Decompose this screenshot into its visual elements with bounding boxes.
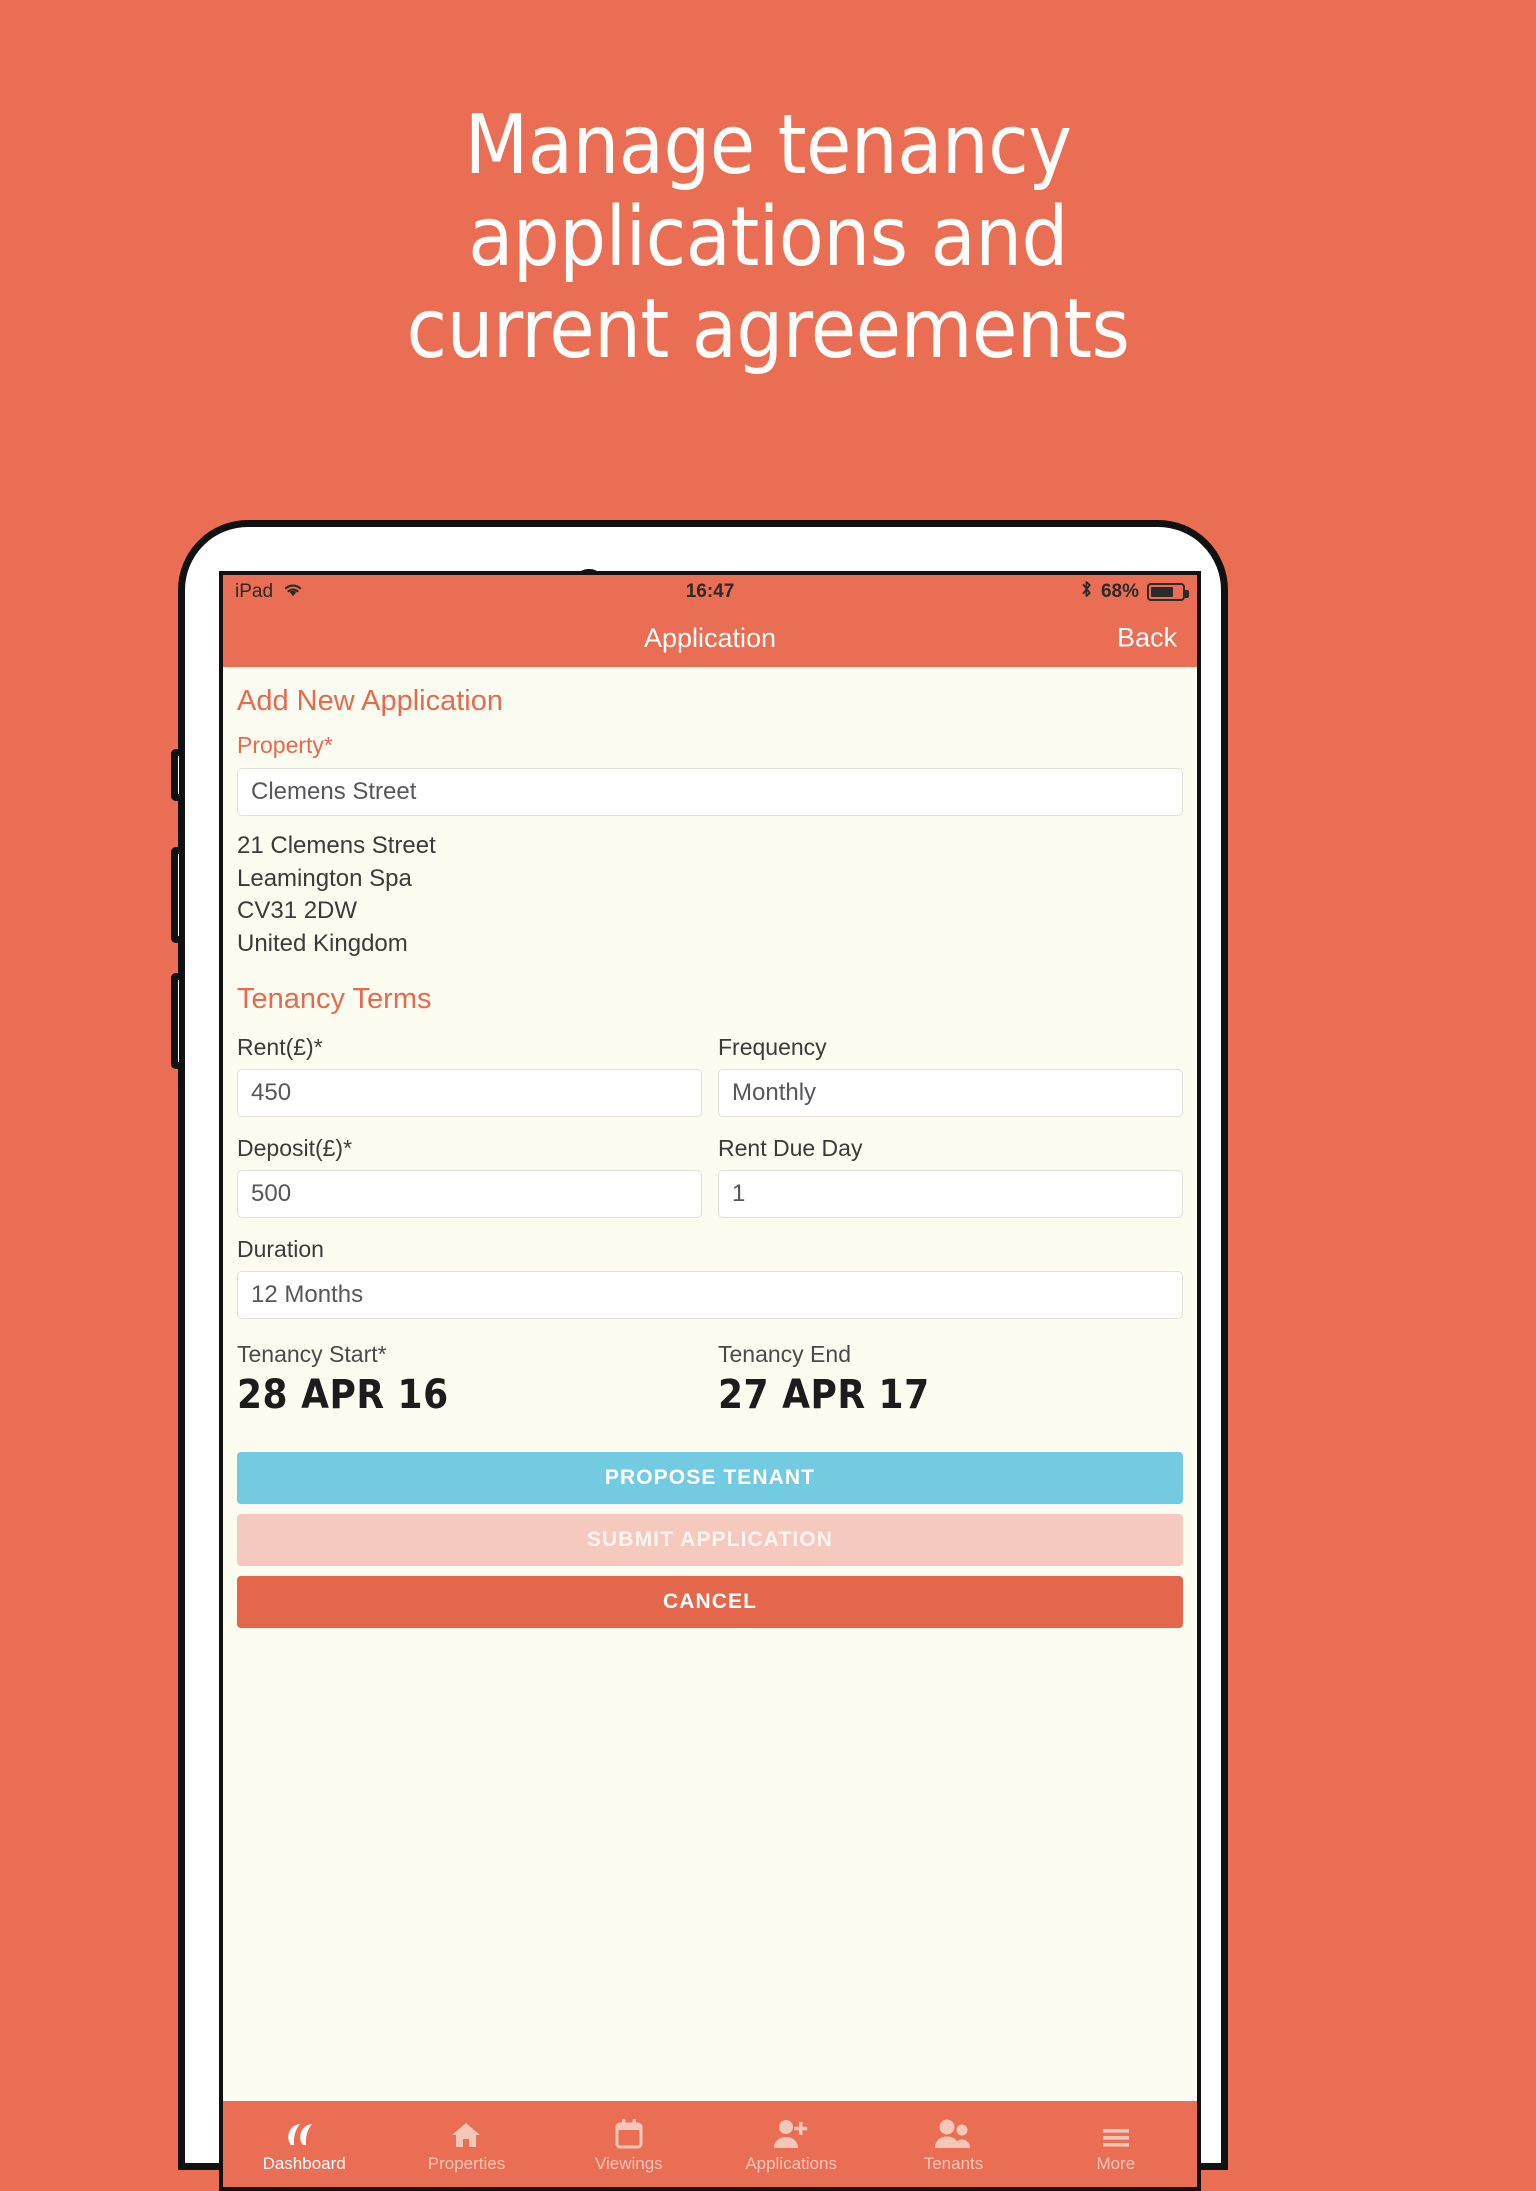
tenancy-start-label: Tenancy Start*	[237, 1340, 387, 1367]
deposit-label: Deposit(£)*	[237, 1134, 353, 1161]
battery-icon	[1147, 583, 1189, 601]
rent-field-group: Rent(£)* 450	[237, 1034, 702, 1117]
property-input[interactable]: Clemens Street	[237, 768, 1183, 816]
tenancy-end-value: 27 APR 17	[718, 1371, 930, 1418]
duration-input[interactable]: 12 Months	[237, 1270, 1183, 1319]
tab-dashboard[interactable]: Dashboard	[223, 2101, 385, 2187]
property-label: Property*	[237, 732, 333, 758]
address-line-3: CV31 2DW	[237, 897, 358, 925]
tab-dashboard-label: Dashboard	[262, 2153, 346, 2173]
clock: 16:47	[685, 581, 735, 602]
frequency-field-group: Frequency Monthly	[718, 1034, 1183, 1117]
page-title: Application	[643, 622, 777, 653]
rent-due-day-input-value: 1	[732, 1179, 746, 1207]
rent-label: Rent(£)*	[237, 1033, 323, 1060]
rent-input-value: 450	[251, 1078, 292, 1106]
tab-viewings-label: Viewings	[594, 2153, 663, 2173]
deposit-field-group: Deposit(£)* 500	[237, 1135, 702, 1218]
address-line-2: Leamington Spa	[237, 864, 412, 892]
frequency-label: Frequency	[718, 1033, 827, 1060]
tenancy-start-group[interactable]: Tenancy Start* 28 APR 16	[237, 1341, 702, 1418]
property-input-value: Clemens Street	[251, 778, 417, 805]
duration-field-group: Duration 12 Months	[237, 1236, 1183, 1319]
hamburger-icon	[1101, 2115, 1131, 2149]
people-icon	[934, 2115, 972, 2149]
volume-down-button[interactable]	[171, 973, 179, 1069]
application-form: Add New Application Property* Clemens St…	[223, 667, 1197, 2101]
headline-line-2: applications and	[468, 189, 1068, 285]
person-add-icon	[773, 2115, 809, 2149]
calendar-icon	[615, 2115, 643, 2149]
status-bar-left: iPad	[235, 581, 304, 603]
cancel-button[interactable]: CANCEL	[237, 1575, 1183, 1628]
tenancy-end-label: Tenancy End	[718, 1340, 851, 1367]
tab-tenants-label: Tenants	[923, 2153, 984, 2173]
deposit-rentdueday-row: Deposit(£)* 500 Rent Due Day 1	[237, 1135, 1183, 1218]
frequency-input[interactable]: Monthly	[718, 1068, 1183, 1117]
submit-application-button[interactable]: SUBMIT APPLICATION	[237, 1513, 1183, 1566]
frequency-input-value: Monthly	[732, 1078, 817, 1106]
navigation-bar: Application Back	[223, 609, 1197, 667]
tab-viewings[interactable]: Viewings	[548, 2101, 710, 2187]
status-bar-right: 68%	[1080, 579, 1189, 605]
headline-line-3: current agreements	[406, 281, 1130, 377]
duration-label: Duration	[237, 1235, 324, 1262]
mute-switch[interactable]	[171, 749, 179, 801]
device-screen: iPad 16:47 68% Application Back Add New …	[219, 571, 1201, 2191]
tab-properties[interactable]: Properties	[385, 2101, 547, 2187]
tab-more-label: More	[1096, 2153, 1136, 2173]
rent-due-day-label: Rent Due Day	[718, 1134, 863, 1161]
tenancy-terms-title: Tenancy Terms	[237, 982, 432, 1015]
device-mockup: iPad 16:47 68% Application Back Add New …	[171, 520, 1228, 2191]
tenancy-dates-row: Tenancy Start* 28 APR 16 Tenancy End 27 …	[237, 1341, 1183, 1418]
rent-due-day-field-group: Rent Due Day 1	[718, 1135, 1183, 1218]
rent-due-day-input[interactable]: 1	[718, 1169, 1183, 1218]
address-line-1: 21 Clemens Street	[237, 832, 436, 859]
tab-applications-label: Applications	[745, 2153, 837, 2173]
duration-input-value: 12 Months	[251, 1280, 364, 1308]
status-bar: iPad 16:47 68%	[223, 575, 1197, 609]
deposit-input[interactable]: 500	[237, 1169, 702, 1218]
rent-frequency-row: Rent(£)* 450 Frequency Monthly	[237, 1034, 1183, 1117]
marketing-headline: Manage tenancy applications and current …	[0, 100, 1536, 375]
tab-more[interactable]: More	[1035, 2101, 1197, 2187]
back-button[interactable]: Back	[1117, 623, 1177, 654]
volume-up-button[interactable]	[171, 847, 179, 943]
rent-input[interactable]: 450	[237, 1068, 702, 1117]
carrier-label: iPad	[235, 581, 274, 602]
tab-applications[interactable]: Applications	[710, 2101, 872, 2187]
headline-line-1: Manage tenancy	[464, 98, 1072, 193]
tenancy-end-group[interactable]: Tenancy End 27 APR 17	[718, 1341, 1183, 1418]
deposit-input-value: 500	[251, 1179, 292, 1207]
tenancy-start-value: 28 APR 16	[237, 1371, 449, 1418]
tab-properties-label: Properties	[427, 2153, 506, 2173]
wifi-icon	[282, 581, 304, 603]
dashboard-icon	[287, 2115, 321, 2149]
tab-bar: Dashboard Properties Viewings Applicatio…	[223, 2101, 1197, 2187]
battery-percent-label: 68%	[1100, 581, 1139, 602]
propose-tenant-button[interactable]: PROPOSE TENANT	[237, 1451, 1183, 1504]
bluetooth-icon	[1080, 579, 1093, 605]
property-address: 21 Clemens Street Leamington Spa CV31 2D…	[237, 830, 1183, 961]
form-heading: Add New Application	[237, 685, 503, 717]
form-actions: PROPOSE TENANT SUBMIT APPLICATION CANCEL	[237, 1451, 1183, 1628]
home-icon	[450, 2115, 482, 2149]
tab-tenants[interactable]: Tenants	[872, 2101, 1034, 2187]
address-line-4: United Kingdom	[237, 929, 408, 957]
